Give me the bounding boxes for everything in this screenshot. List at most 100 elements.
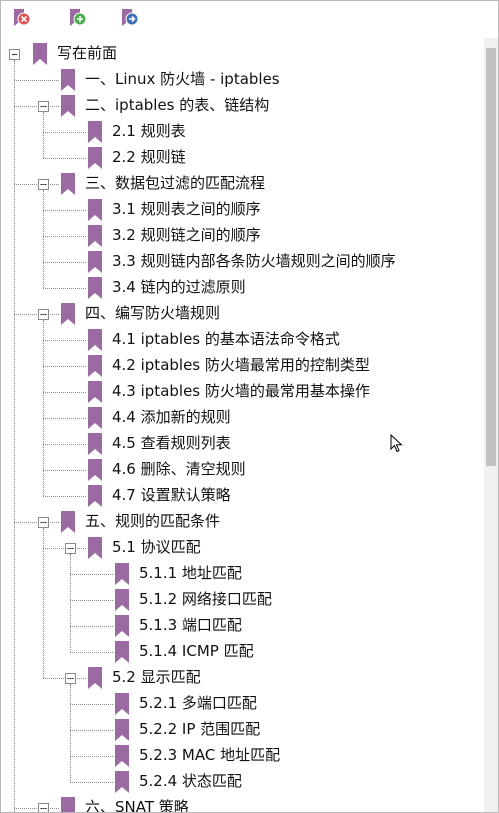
bookmark-icon [86,458,104,482]
bookmark-item[interactable]: 3.3 规则链内部各条防火墙规则之间的顺序 [1,249,484,275]
tree-connector [43,340,86,341]
tree-connector [70,574,113,575]
bookmark-item[interactable]: 写在前面 [1,41,484,67]
bookmark-icon [86,224,104,248]
bookmark-item[interactable]: 4.6 删除、清空规则 [1,457,484,483]
tree-connector [70,704,113,705]
bookmark-label: 4.5 查看规则列表 [112,434,231,452]
tree-connector [43,320,44,496]
bookmark-label: 3.1 规则表之间的顺序 [112,200,261,218]
bookmark-label: 3.2 规则链之间的顺序 [112,226,261,244]
bookmark-item[interactable]: 5.2 显示匹配 [1,665,484,691]
bookmarks-toolbar [1,1,484,37]
bookmark-icon [113,562,131,586]
bookmark-item[interactable]: 二、iptables 的表、链结构 [1,93,484,119]
bookmark-item[interactable]: 5.1 协议匹配 [1,535,484,561]
bookmark-item[interactable]: 2.2 规则链 [1,145,484,171]
bookmark-label: 5.2.1 多端口匹配 [139,694,257,712]
bookmark-item[interactable]: 4.2 iptables 防火墙最常用的控制类型 [1,353,484,379]
bookmark-label: 写在前面 [57,44,118,62]
bookmark-icon [86,432,104,456]
bookmark-icon [86,328,104,352]
bookmark-item[interactable]: 5.1.3 端口匹配 [1,613,484,639]
bookmark-item[interactable]: 5.2.3 MAC 地址匹配 [1,743,484,769]
bookmark-item[interactable]: 3.2 规则链之间的顺序 [1,223,484,249]
tree-connector [70,626,113,627]
tree-connector [14,80,59,81]
bookmark-icon [113,718,131,742]
bookmark-icon [86,120,104,144]
bookmark-item[interactable]: 5.2.1 多端口匹配 [1,691,484,717]
tree-connector [14,522,59,523]
bookmark-tree: 写在前面一、Linux 防火墙 - iptables 二、iptables 的表、… [1,39,484,813]
bookmark-item[interactable]: 2.1 规则表 [1,119,484,145]
tree-connector [43,190,44,288]
bookmark-icon [31,42,49,66]
bookmark-item[interactable]: 4.4 添加新的规则 [1,405,484,431]
bookmark-item[interactable]: 3.4 链内的过滤原则 [1,275,484,301]
bookmark-icon [86,198,104,222]
tree-connector [43,548,86,549]
tree-connector [14,808,15,812]
bookmark-item[interactable]: 4.1 iptables 的基本语法命令格式 [1,327,484,353]
tree-connector [43,158,86,159]
bookmark-icon [86,354,104,378]
bookmark-item[interactable]: 5.1.2 网络接口匹配 [1,587,484,613]
bookmark-icon [113,744,131,768]
add-bookmark-button[interactable] [67,7,93,31]
tree-connector [70,600,113,601]
bookmark-icon [86,406,104,430]
tree-connector [14,184,59,185]
bookmark-label: 4.1 iptables 的基本语法命令格式 [112,330,340,348]
tree-connector [43,112,44,158]
bookmark-icon [59,796,77,812]
bookmark-label: 5.2 显示匹配 [112,668,201,686]
bookmark-item[interactable]: 5.1.1 地址匹配 [1,561,484,587]
bookmark-item[interactable]: 六、SNAT 策略 [1,795,484,813]
tree-connector [43,528,44,678]
bookmark-icon [59,302,77,326]
bookmark-icon [59,510,77,534]
collapse-toggle-icon[interactable] [9,49,20,60]
bookmark-item[interactable]: 5.2.4 状态匹配 [1,769,484,795]
bookmark-remove-icon [14,9,31,26]
remove-bookmark-button[interactable] [11,7,37,31]
tree-connector [43,418,86,419]
vertical-scrollbar[interactable] [484,38,498,812]
bookmark-label: 4.3 iptables 防火墙的最常用基本操作 [112,382,370,400]
bookmark-item[interactable]: 一、Linux 防火墙 - iptables [1,67,484,93]
bookmark-item[interactable]: 三、数据包过滤的匹配流程 [1,171,484,197]
bookmark-icon [113,588,131,612]
tree-connector [43,236,86,237]
bookmark-label: 4.4 添加新的规则 [112,408,231,426]
scrollbar-thumb[interactable] [486,48,496,466]
bookmark-label: 二、iptables 的表、链结构 [85,96,270,114]
tree-connector [43,210,86,211]
bookmark-icon [113,770,131,794]
tree-connector [43,392,86,393]
tree-connector [70,684,71,782]
mouse-cursor-icon [390,434,403,453]
bookmark-item[interactable]: 3.1 规则表之间的顺序 [1,197,484,223]
bookmark-icon [86,666,104,690]
bookmark-label: 5.1.4 ICMP 匹配 [139,642,254,660]
bookmark-item[interactable]: 5.2.2 IP 范围匹配 [1,717,484,743]
goto-bookmark-button[interactable] [119,7,145,31]
bookmark-label: 5.1 协议匹配 [112,538,201,556]
tree-connector [70,730,113,731]
tree-connector [43,678,86,679]
bookmark-item[interactable]: 5.1.4 ICMP 匹配 [1,639,484,665]
bookmark-item[interactable]: 4.5 查看规则列表 [1,431,484,457]
bookmark-label: 5.1.3 端口匹配 [139,616,242,634]
bookmark-label: 六、SNAT 策略 [85,798,189,813]
bookmark-item[interactable]: 4.3 iptables 防火墙的最常用基本操作 [1,379,484,405]
bookmark-label: 2.2 规则链 [112,148,186,166]
bookmark-icon [113,692,131,716]
bookmark-icon [59,94,77,118]
bookmark-item[interactable]: 四、编写防火墙规则 [1,301,484,327]
bookmark-label: 5.1.1 地址匹配 [139,564,242,582]
tree-connector [43,444,86,445]
bookmark-item[interactable]: 4.7 设置默认策略 [1,483,484,509]
bookmark-icon [59,172,77,196]
bookmark-item[interactable]: 五、规则的匹配条件 [1,509,484,535]
